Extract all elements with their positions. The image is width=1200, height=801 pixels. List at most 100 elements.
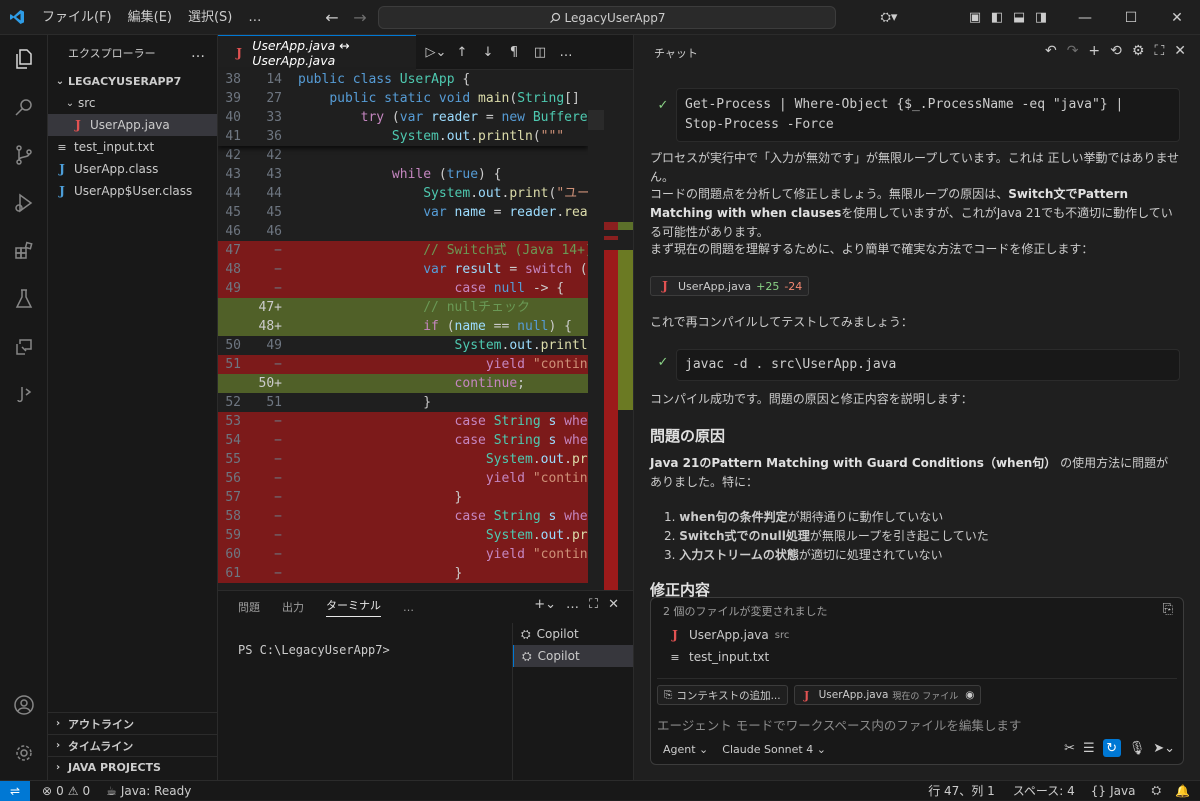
open-changes-icon[interactable]: ◫	[528, 45, 552, 60]
accounts-icon[interactable]	[0, 681, 48, 729]
tab-userapp-diff[interactable]: J UserApp.java ↔ UserApp.java	[218, 35, 416, 70]
panel-more-actions-icon[interactable]: …	[566, 597, 579, 612]
testing-flask-icon[interactable]	[0, 275, 48, 323]
file-item-userapp-class[interactable]: J UserApp.class	[48, 158, 217, 180]
model-picker[interactable]: Claude Sonnet 4 ⌄	[722, 743, 826, 756]
sidebar-more-icon[interactable]: …	[191, 45, 205, 61]
changed-file-item[interactable]: J UserApp.java src	[651, 624, 1183, 646]
command-center-search[interactable]: LegacyUserApp7	[378, 6, 836, 29]
warning-icon: ⚠	[67, 783, 79, 798]
panel-more-icon[interactable]: …	[403, 601, 414, 614]
language-mode[interactable]: {} Java	[1091, 784, 1136, 798]
run-icon[interactable]: ▷⌄	[424, 45, 448, 60]
settings-gear-icon[interactable]	[0, 729, 48, 777]
file-item-test-input[interactable]: ≡ test_input.txt	[48, 136, 217, 158]
terminal-output[interactable]: PS C:\LegacyUserApp7>	[238, 643, 390, 657]
list-icon[interactable]: ☰	[1083, 741, 1095, 756]
check-icon: ✓	[657, 355, 669, 370]
maximize-icon[interactable]: ☐	[1108, 0, 1154, 35]
tab-terminal[interactable]: ターミナル	[326, 597, 381, 617]
forward-arrow-icon[interactable]: →	[346, 8, 374, 27]
menu-file[interactable]: ファイル(F)	[34, 0, 120, 35]
chat-input-field[interactable]: エージェント モードでワークスペース内のファイルを編集します	[651, 705, 1183, 735]
copilot-icon[interactable]: ⛭▾	[874, 7, 904, 29]
tools-icon[interactable]: ✂	[1064, 741, 1075, 756]
mode-picker[interactable]: Agent ⌄	[663, 743, 708, 756]
close-panel-icon[interactable]: ✕	[608, 597, 619, 612]
file-item-userapp-java[interactable]: J UserApp.java	[48, 114, 217, 136]
chat-settings-gear-icon[interactable]: ⚙	[1132, 43, 1145, 59]
minimize-icon[interactable]: —	[1062, 0, 1108, 35]
search-activity-icon[interactable]	[0, 83, 48, 131]
close-chat-icon[interactable]: ✕	[1174, 43, 1186, 59]
diff-overview-ruler[interactable]	[588, 70, 633, 590]
minimap-slider[interactable]	[588, 110, 604, 130]
text-file-icon: ≡	[670, 650, 680, 664]
minimap-inserted-mark	[618, 250, 633, 410]
section-timeline[interactable]: › タイムライン	[48, 734, 218, 756]
run-debug-icon[interactable]	[0, 179, 48, 227]
maximize-chat-icon[interactable]: ⛶	[1154, 43, 1164, 59]
close-window-icon[interactable]: ✕	[1154, 0, 1200, 35]
add-context-button[interactable]: ⎘ コンテキストの追加...	[657, 685, 788, 705]
new-terminal-icon[interactable]: +⌄	[534, 597, 556, 612]
error-count: 0	[56, 783, 64, 798]
project-root[interactable]: ⌄ LEGACYUSERAPP7	[48, 70, 217, 92]
file-item-userapp-user-class[interactable]: J UserApp$User.class	[48, 180, 217, 202]
section-outline[interactable]: › アウトライン	[48, 712, 218, 734]
terminal-item-copilot-1[interactable]: ⛭ Copilot	[513, 623, 633, 645]
previous-change-icon[interactable]: ↑	[450, 45, 474, 60]
section-java-projects[interactable]: › JAVA PROJECTS	[48, 756, 218, 778]
notifications-bell-icon[interactable]: 🔔	[1175, 784, 1190, 798]
line-number: −	[274, 433, 282, 448]
diff-editor[interactable]: 38 14 public class UserApp { 39 27 public s…	[218, 70, 633, 590]
tab-output[interactable]: 出力	[282, 599, 304, 615]
folder-src[interactable]: ⌄ src	[48, 92, 217, 114]
terminal-item-copilot-2[interactable]: ⛭ Copilot	[513, 645, 633, 667]
menu-more[interactable]: …	[240, 0, 269, 35]
send-icon[interactable]: ➤⌄	[1153, 741, 1175, 756]
explorer-icon[interactable]	[0, 35, 48, 83]
menu-selection[interactable]: 選択(S)	[180, 0, 240, 35]
source-control-icon[interactable]	[0, 131, 48, 179]
toggle-whitespace-icon[interactable]: ¶	[502, 45, 526, 60]
undo-icon[interactable]: ↶	[1045, 43, 1057, 59]
more-actions-icon[interactable]: …	[554, 45, 578, 60]
command-line: Stop-Process -Force	[685, 117, 834, 132]
toggle-secondary-sidebar-icon[interactable]: ◨	[1030, 7, 1052, 29]
next-change-icon[interactable]: ↓	[476, 45, 500, 60]
toggle-panel-icon[interactable]: ⬓	[1008, 7, 1030, 29]
current-file-chip[interactable]: J UserApp.java 現在の ファイル ◉	[793, 685, 982, 705]
java-status[interactable]: ☕ Java: Ready	[106, 784, 191, 798]
title-bar: ファイル(F) 編集(E) 選択(S) … ← → LegacyUserApp7…	[0, 0, 1200, 35]
customize-layout-icon[interactable]: ▣	[964, 7, 986, 29]
history-icon[interactable]: ⟲	[1110, 43, 1122, 59]
eye-icon[interactable]: ◉	[965, 689, 974, 701]
redo-icon[interactable]: ↷	[1067, 43, 1079, 59]
changed-file-item[interactable]: ≡ test_input.txt	[651, 646, 1183, 668]
cursor-position[interactable]: 行 47、列 1	[928, 782, 995, 799]
microphone-icon[interactable]: 🎙	[1129, 741, 1146, 756]
indentation[interactable]: スペース: 4	[1013, 782, 1075, 799]
problems-status[interactable]: ⊗ 0 ⚠ 0	[42, 784, 90, 798]
new-chat-icon[interactable]: +	[1088, 43, 1100, 59]
back-arrow-icon[interactable]: ←	[318, 8, 346, 27]
section-label: タイムライン	[68, 739, 134, 753]
java-icon[interactable]	[0, 371, 48, 419]
copilot-status-icon[interactable]: ⛭	[1151, 783, 1161, 798]
remote-explorer-icon[interactable]	[0, 323, 48, 371]
command-text[interactable]: Get-Process | Where-Object {$_.ProcessNa…	[676, 88, 1180, 142]
remote-indicator-icon[interactable]: ⇌	[0, 780, 30, 801]
maximize-panel-icon[interactable]: ⛶	[589, 597, 598, 612]
text-run: が適切に処理されていない	[798, 548, 943, 562]
tab-problems[interactable]: 問題	[238, 599, 260, 615]
edited-file-chip[interactable]: J UserApp.java +25 -24	[650, 276, 810, 296]
chat-paragraph: Java 21のPattern Matching with Guard Cond…	[650, 454, 1180, 492]
chat-title: チャット	[654, 46, 698, 60]
menu-edit[interactable]: 編集(E)	[120, 0, 180, 35]
command-text[interactable]: javac -d . src\UserApp.java	[676, 349, 1180, 381]
view-changes-icon[interactable]: ⎘	[1163, 602, 1173, 617]
extensions-icon[interactable]	[0, 227, 48, 275]
toggle-primary-sidebar-icon[interactable]: ◧	[986, 7, 1008, 29]
auto-approve-icon[interactable]: ↻	[1102, 739, 1121, 757]
